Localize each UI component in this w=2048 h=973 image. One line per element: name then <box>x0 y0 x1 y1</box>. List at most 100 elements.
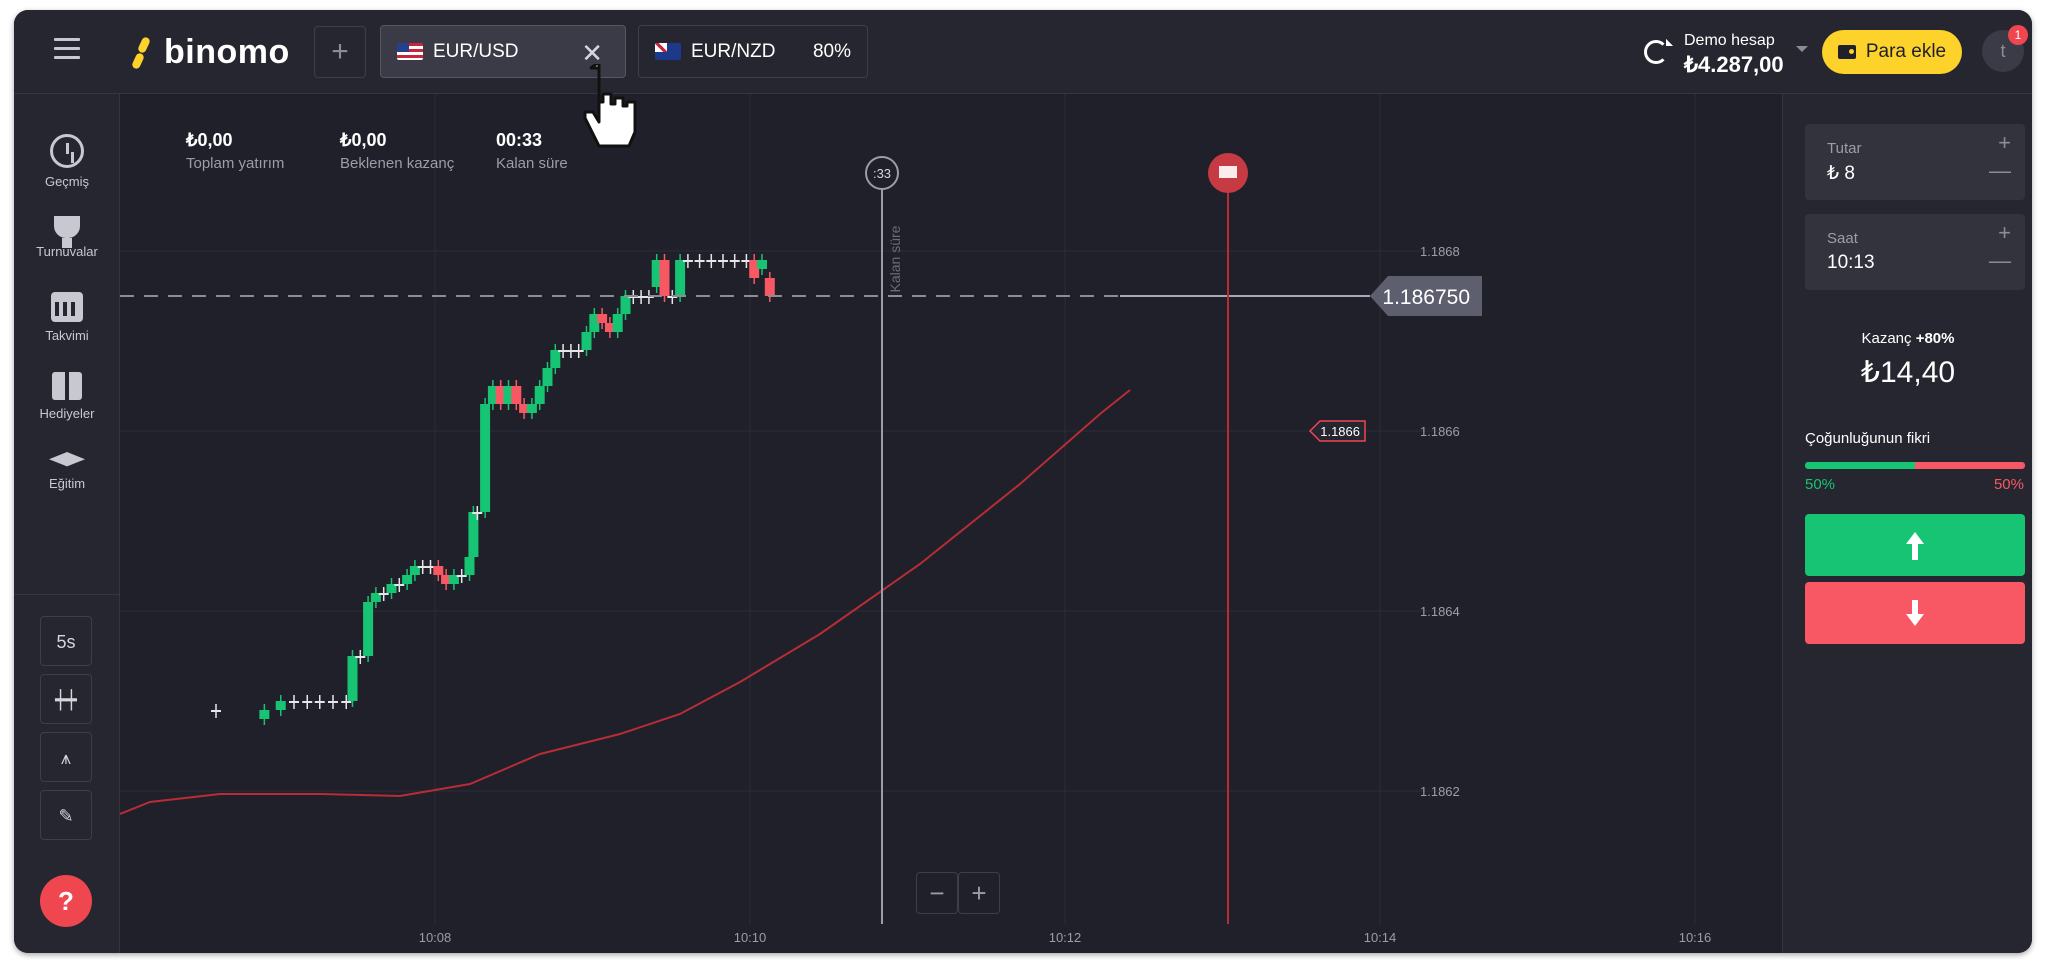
add-tab-button[interactable]: + <box>314 26 366 78</box>
sidebar-item-label: Takvimi <box>45 328 89 343</box>
amount-plus-button[interactable]: + <box>1998 130 2011 156</box>
help-button[interactable]: ? <box>40 875 92 927</box>
tab-pair-label: EUR/NZD <box>691 40 776 62</box>
candle-body <box>581 332 592 350</box>
payout-label-row: Kazanç +80% <box>1783 330 2032 347</box>
payout-label: Kazanç <box>1861 330 1912 347</box>
time-plus-button[interactable]: + <box>1998 220 2011 246</box>
candle-body <box>314 701 325 703</box>
sidebar-item-history[interactable]: Geçmiş <box>14 134 120 189</box>
sidebar-item-gifts[interactable]: Hediyeler <box>14 368 120 421</box>
candle-body <box>694 260 705 262</box>
marker-price-label: 1.1866 <box>1320 424 1360 439</box>
amount-value[interactable]: ₺ 8 <box>1827 162 1855 185</box>
sidebar-divider <box>14 594 120 595</box>
account-label: Demo hesap <box>1684 32 1775 49</box>
candle-body <box>597 314 608 323</box>
time-minus-button[interactable]: — <box>1989 248 2011 274</box>
candle-body <box>275 701 286 710</box>
menu-icon[interactable] <box>54 38 80 60</box>
binomo-logo-icon <box>130 35 158 70</box>
candle-body <box>542 368 553 386</box>
payout-value: ₺14,40 <box>1860 356 1956 389</box>
deposit-label: Para ekle <box>1865 41 1947 62</box>
graduation-cap-icon <box>49 452 85 467</box>
sell-down-button[interactable] <box>1805 582 2025 644</box>
wallet-icon <box>1837 45 1856 59</box>
x-tick-label: 10:08 <box>419 930 452 945</box>
sentiment-bar <box>1805 462 2025 469</box>
stat-label: Beklenen kazanç <box>340 155 455 172</box>
amount-minus-button[interactable]: — <box>1989 158 2011 184</box>
candle-body <box>328 701 338 703</box>
x-tick-label: 10:10 <box>734 930 767 945</box>
time-value[interactable]: 10:13 <box>1827 252 1875 274</box>
candle-body <box>682 260 693 262</box>
sentiment-title: Çoğunluğunun fikri <box>1805 430 1931 447</box>
price-chart[interactable]: 10:08 10:10 10:12 10:14 10:16 1.1868 1.1866 1.1… <box>120 94 1782 953</box>
app-window: binomo + EUR/USD ✕ EUR/NZD 80% Demo hesa… <box>14 10 2032 953</box>
candle-body <box>620 296 631 314</box>
stat-time-left: 00:33 Kalan süre <box>496 130 568 172</box>
amount-field[interactable]: Tutar ₺ 8 + — <box>1805 124 2025 200</box>
sentiment-down-fill <box>1915 462 2025 469</box>
clock-icon <box>50 134 84 168</box>
payout-percent: +80% <box>1915 330 1955 347</box>
candle-body <box>511 386 522 404</box>
chart-type-button[interactable]: ┿┿ <box>40 674 92 724</box>
amount-label: Tutar <box>1827 140 1862 157</box>
candle-body <box>433 566 444 575</box>
account-balance: ₺4.287,00 <box>1684 52 1784 77</box>
logo[interactable]: binomo <box>130 32 290 72</box>
time-field[interactable]: Saat 10:13 + — <box>1805 214 2025 290</box>
buy-up-button[interactable] <box>1805 514 2025 576</box>
sentiment-down-percent: 50% <box>1993 476 2024 493</box>
deposit-button[interactable]: Para ekle <box>1822 30 1962 74</box>
sidebar-item-tournaments[interactable]: Turnuvalar <box>14 212 120 259</box>
stat-expected-profit: ₺0,00 Beklenen kazanç <box>340 130 454 172</box>
indicators-button[interactable]: ⩚ <box>40 732 92 782</box>
chart-canvas[interactable]: 10:08 10:10 10:12 10:14 10:16 1.1868 1.1866 1.1… <box>120 94 1782 953</box>
left-sidebar: Geçmiş Turnuvalar Takvimi Hediyeler Eğit… <box>14 94 120 953</box>
sentiment-up-percent: 50% <box>1805 476 1836 493</box>
arrow-down-icon <box>1906 600 1924 626</box>
countdown-label: :33 <box>873 166 891 181</box>
candle-body <box>675 260 686 296</box>
calendar-icon <box>51 292 83 322</box>
candle-body <box>402 575 413 584</box>
candle-body <box>456 575 467 577</box>
y-tick-label: 1.1864 <box>1420 604 1460 619</box>
top-bar: binomo + EUR/USD ✕ EUR/NZD 80% Demo hesa… <box>14 10 2032 94</box>
indicator-icon: ⩚ <box>60 748 72 768</box>
nz-flag-icon <box>655 43 681 60</box>
candle-body <box>355 656 366 658</box>
notification-badge: 1 <box>2008 25 2028 45</box>
candle-body <box>211 710 221 712</box>
pencil-icon: ✎ <box>58 806 74 826</box>
drawing-tools-button[interactable]: ✎ <box>40 790 92 840</box>
trade-panel: Tutar ₺ 8 + — Saat 10:13 + — Kazanç +80%… <box>1782 94 2032 953</box>
y-tick-label: 1.1866 <box>1420 424 1460 439</box>
account-switcher[interactable]: Demo hesap ₺4.287,00 <box>1632 28 1808 78</box>
tab-eur-nzd[interactable]: EUR/NZD 80% <box>638 25 868 78</box>
zoom-out-button[interactable]: − <box>916 872 958 914</box>
sidebar-item-calendar[interactable]: Takvimi <box>14 292 120 343</box>
x-tick-label: 10:12 <box>1049 930 1082 945</box>
chevron-down-icon <box>1796 46 1808 58</box>
time-label: Saat <box>1827 230 1858 247</box>
candle-body <box>480 404 491 512</box>
expiry-vertical-label: Kalan süre <box>887 225 903 292</box>
finish-flag-icon <box>1219 166 1237 178</box>
candle-body <box>289 701 299 703</box>
candle-body <box>573 350 584 352</box>
sidebar-item-education[interactable]: Eğitim <box>14 446 120 491</box>
candle-body <box>341 701 352 703</box>
candle-body <box>363 602 374 656</box>
payout-info: Kazanç +80% ₺14,40 <box>1783 330 2032 390</box>
timeframe-button[interactable]: 5s <box>40 616 92 666</box>
y-tick-label: 1.1862 <box>1420 784 1460 799</box>
zoom-in-button[interactable]: + <box>958 872 1000 914</box>
stat-value: ₺0,00 <box>340 130 387 150</box>
us-flag-icon <box>397 43 423 60</box>
candle-body <box>729 260 740 262</box>
